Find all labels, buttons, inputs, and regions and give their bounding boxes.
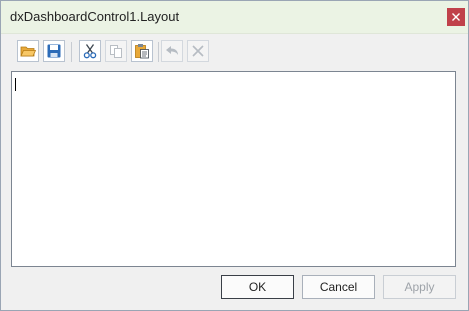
window-title: dxDashboardControl1.Layout xyxy=(10,9,180,24)
toolbar-separator xyxy=(71,42,72,62)
paste-icon xyxy=(135,44,149,59)
text-caret xyxy=(15,78,16,91)
ok-button[interactable]: OK xyxy=(221,275,294,299)
open-folder-icon xyxy=(20,46,36,57)
close-icon xyxy=(452,13,460,21)
undo-icon xyxy=(166,46,178,55)
layout-dialog: dxDashboardControl1.Layout OK Cancel App… xyxy=(0,0,469,311)
copy-button[interactable] xyxy=(105,40,127,62)
close-button[interactable] xyxy=(447,8,465,26)
cancel-button[interactable]: Cancel xyxy=(302,275,375,299)
copy-icon xyxy=(110,45,122,58)
open-button[interactable] xyxy=(17,40,39,62)
cut-icon xyxy=(83,44,97,59)
delete-button[interactable] xyxy=(187,40,209,62)
paste-button[interactable] xyxy=(131,40,153,62)
title-bar: dxDashboardControl1.Layout xyxy=(1,1,468,34)
save-icon xyxy=(47,44,61,58)
layout-text-editor[interactable] xyxy=(11,71,456,267)
apply-button[interactable]: Apply xyxy=(383,275,456,299)
toolbar-separator xyxy=(158,42,159,62)
save-button[interactable] xyxy=(43,40,65,62)
delete-icon xyxy=(192,45,204,57)
undo-button[interactable] xyxy=(161,40,183,62)
cut-button[interactable] xyxy=(79,40,101,62)
